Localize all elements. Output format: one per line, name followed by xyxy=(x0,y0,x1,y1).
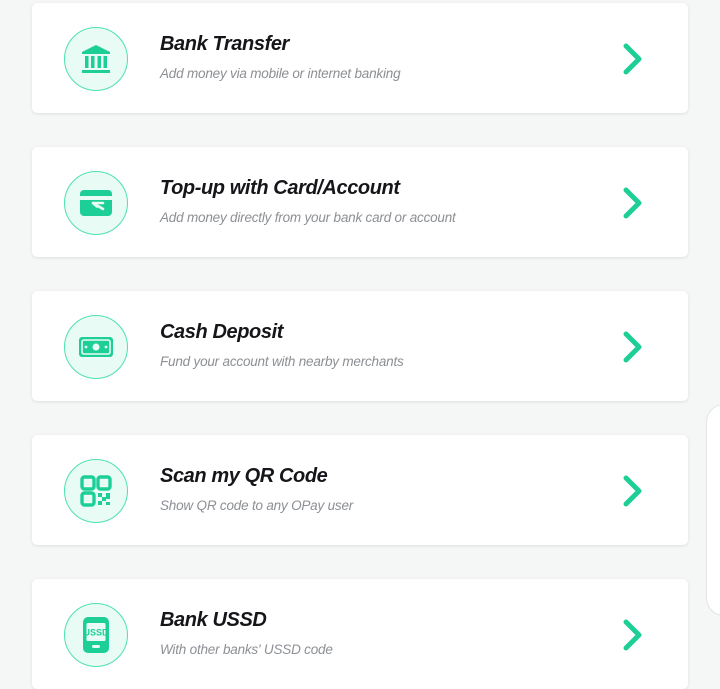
chevron-right-icon[interactable] xyxy=(620,186,646,220)
svg-text:USSD: USSD xyxy=(83,628,109,638)
option-scan-qr[interactable]: Scan my QR Code Show QR code to any OPay… xyxy=(32,435,688,545)
option-title: Top-up with Card/Account xyxy=(160,177,400,199)
floating-side-panel[interactable] xyxy=(706,404,720,616)
option-subtitle: Show QR code to any OPay user xyxy=(160,498,354,513)
card-icon xyxy=(64,171,128,235)
option-bank-ussd[interactable]: USSD Bank USSD With other banks' USSD co… xyxy=(32,579,688,689)
qr-code-icon xyxy=(64,459,128,523)
cash-icon xyxy=(64,315,128,379)
option-subtitle: Add money via mobile or internet banking xyxy=(160,66,401,81)
option-subtitle: With other banks' USSD code xyxy=(160,642,333,657)
option-cash-deposit[interactable]: Cash Deposit Fund your account with near… xyxy=(32,291,688,401)
chevron-right-icon[interactable] xyxy=(620,42,646,76)
option-bank-transfer[interactable]: Bank Transfer Add money via mobile or in… xyxy=(32,3,688,113)
option-subtitle: Fund your account with nearby merchants xyxy=(160,354,404,369)
chevron-right-icon[interactable] xyxy=(620,330,646,364)
option-title: Bank Transfer xyxy=(160,33,289,55)
option-title: Bank USSD xyxy=(160,609,267,631)
chevron-right-icon[interactable] xyxy=(620,474,646,508)
option-subtitle: Add money directly from your bank card o… xyxy=(160,210,456,225)
option-title: Cash Deposit xyxy=(160,321,284,343)
option-topup-card[interactable]: Top-up with Card/Account Add money direc… xyxy=(32,147,688,257)
option-title: Scan my QR Code xyxy=(160,465,328,487)
ussd-phone-icon: USSD xyxy=(64,603,128,667)
bank-icon xyxy=(64,27,128,91)
chevron-right-icon[interactable] xyxy=(620,618,646,652)
